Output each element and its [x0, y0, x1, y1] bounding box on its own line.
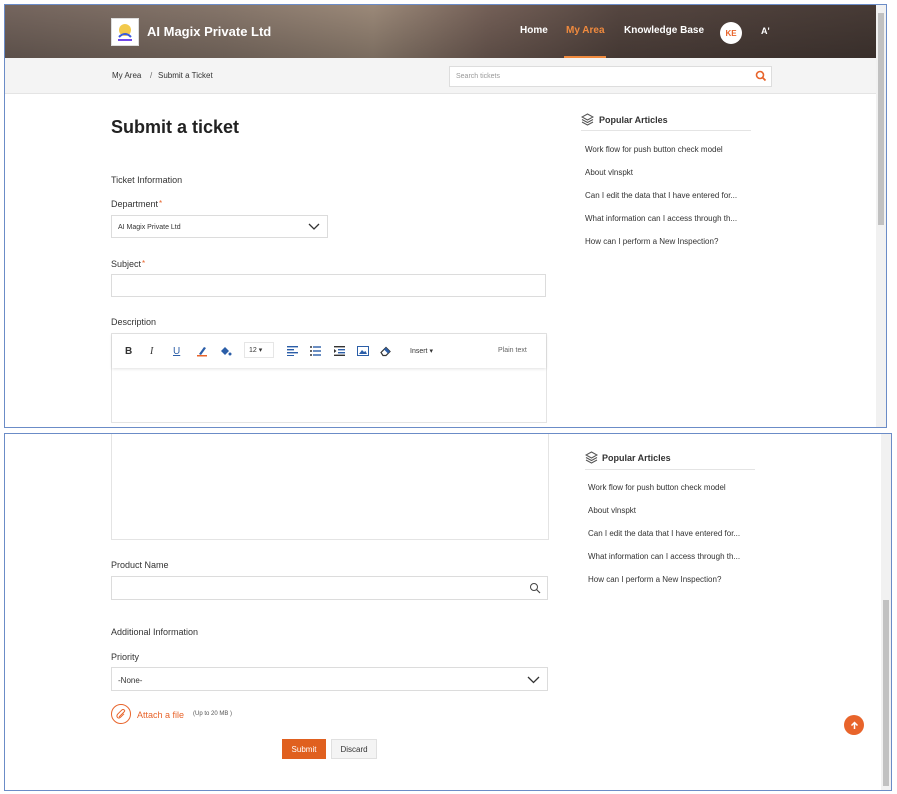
- submit-button[interactable]: Submit: [282, 739, 326, 759]
- logo-icon: [118, 24, 132, 41]
- bullet-list-icon[interactable]: [310, 345, 321, 357]
- page-scrollbar[interactable]: [876, 5, 886, 427]
- required-marker: *: [142, 259, 146, 268]
- article-link[interactable]: About vlnspkt: [585, 168, 633, 177]
- search-icon[interactable]: [755, 70, 767, 82]
- chevron-down-icon: [527, 676, 540, 684]
- attach-size-limit: (Up to 20 MB ): [193, 711, 233, 717]
- highlight-icon[interactable]: [219, 345, 232, 357]
- scrollbar-thumb[interactable]: [878, 13, 884, 225]
- layers-icon: [581, 113, 594, 126]
- image-icon[interactable]: [357, 345, 369, 357]
- layers-icon: [585, 451, 598, 464]
- scroll-to-top-button[interactable]: [844, 715, 864, 735]
- department-label: Department*: [111, 199, 162, 209]
- breadcrumb-separator: /: [150, 71, 153, 80]
- search-placeholder: Search tickets: [456, 73, 500, 80]
- ticket-info-heading: Ticket Information: [111, 175, 183, 185]
- company-logo[interactable]: [111, 18, 139, 46]
- breadcrumb-bar: My Area / Submit a Ticket Search tickets: [5, 58, 882, 94]
- breadcrumb-my-area[interactable]: My Area: [112, 71, 141, 80]
- priority-select[interactable]: -None-: [111, 667, 548, 691]
- chevron-down-icon: [308, 223, 320, 230]
- required-marker: *: [159, 199, 163, 208]
- department-label-text: Department: [111, 199, 159, 209]
- article-link[interactable]: About vlnspkt: [588, 506, 636, 515]
- discard-button[interactable]: Discard: [331, 739, 377, 759]
- article-link[interactable]: What information can I access through th…: [588, 552, 740, 561]
- popular-articles-title: Popular Articles: [599, 115, 668, 125]
- popular-articles-title: Popular Articles: [602, 453, 671, 463]
- page-title: Submit a ticket: [111, 117, 240, 137]
- font-color-icon[interactable]: [196, 345, 208, 357]
- divider: [581, 130, 751, 131]
- article-link[interactable]: Can I edit the data that I have entered …: [585, 191, 737, 200]
- divider: [585, 469, 755, 470]
- paperclip-icon: [115, 708, 125, 719]
- article-link[interactable]: Work flow for push button check model: [588, 483, 726, 492]
- bold-icon[interactable]: B: [125, 345, 132, 357]
- subject-label: Subject*: [111, 259, 145, 269]
- priority-label: Priority: [111, 652, 140, 662]
- scrollbar-thumb[interactable]: [883, 600, 889, 786]
- description-editor[interactable]: B I U 12 ▾ Insert ▾ Plain text: [111, 333, 547, 423]
- font-size-select[interactable]: 12 ▾: [244, 342, 274, 358]
- additional-info-heading: Additional Information: [111, 627, 199, 637]
- insert-label: Insert: [410, 348, 428, 355]
- subject-input[interactable]: [111, 274, 546, 297]
- insert-menu[interactable]: Insert ▾: [410, 347, 433, 355]
- article-link[interactable]: Can I edit the data that I have entered …: [588, 529, 740, 538]
- brand-name[interactable]: AI Magix Private Ltd: [147, 24, 271, 39]
- nav-active-indicator: [564, 56, 606, 58]
- attach-file-link[interactable]: Attach a file: [137, 710, 184, 720]
- article-link[interactable]: How can I perform a New Inspection?: [588, 575, 721, 584]
- font-size-toggle[interactable]: A': [761, 26, 770, 36]
- department-select[interactable]: AI Magix Private Ltd: [111, 215, 328, 238]
- description-label: Description: [111, 317, 157, 327]
- align-left-icon[interactable]: [287, 345, 298, 357]
- search-input[interactable]: Search tickets: [449, 66, 772, 87]
- product-name-input[interactable]: [111, 576, 548, 600]
- product-name-label: Product Name: [111, 560, 169, 570]
- description-editor-body[interactable]: [111, 434, 549, 540]
- italic-icon[interactable]: I: [150, 345, 153, 357]
- breadcrumb-current: Submit a Ticket: [158, 71, 213, 80]
- bottom-screenshot-panel: Product Name Additional Information Prio…: [4, 433, 892, 791]
- attach-button[interactable]: [111, 704, 131, 724]
- nav-my-area[interactable]: My Area: [566, 25, 605, 36]
- eraser-icon[interactable]: [380, 345, 392, 357]
- department-value: AI Magix Private Ltd: [118, 224, 181, 231]
- user-avatar[interactable]: KE: [720, 22, 742, 44]
- indent-icon[interactable]: [334, 345, 345, 357]
- article-link[interactable]: Work flow for push button check model: [585, 145, 723, 154]
- search-icon[interactable]: [529, 582, 541, 594]
- top-screenshot-panel: AI Magix Private Ltd Home My Area Knowle…: [4, 4, 887, 428]
- font-size-value: 12: [249, 347, 257, 354]
- underline-icon[interactable]: U: [173, 345, 180, 357]
- arrow-up-icon: [850, 720, 858, 729]
- page-scrollbar[interactable]: [881, 434, 891, 790]
- plain-text-toggle[interactable]: Plain text: [498, 347, 527, 354]
- nav-knowledge-base[interactable]: Knowledge Base: [624, 25, 704, 36]
- editor-toolbar: B I U 12 ▾ Insert ▾ Plain text: [112, 334, 546, 368]
- priority-value: -None-: [118, 676, 143, 685]
- nav-home[interactable]: Home: [520, 25, 548, 36]
- article-link[interactable]: What information can I access through th…: [585, 214, 737, 223]
- subject-label-text: Subject: [111, 259, 142, 269]
- article-link[interactable]: How can I perform a New Inspection?: [585, 237, 718, 246]
